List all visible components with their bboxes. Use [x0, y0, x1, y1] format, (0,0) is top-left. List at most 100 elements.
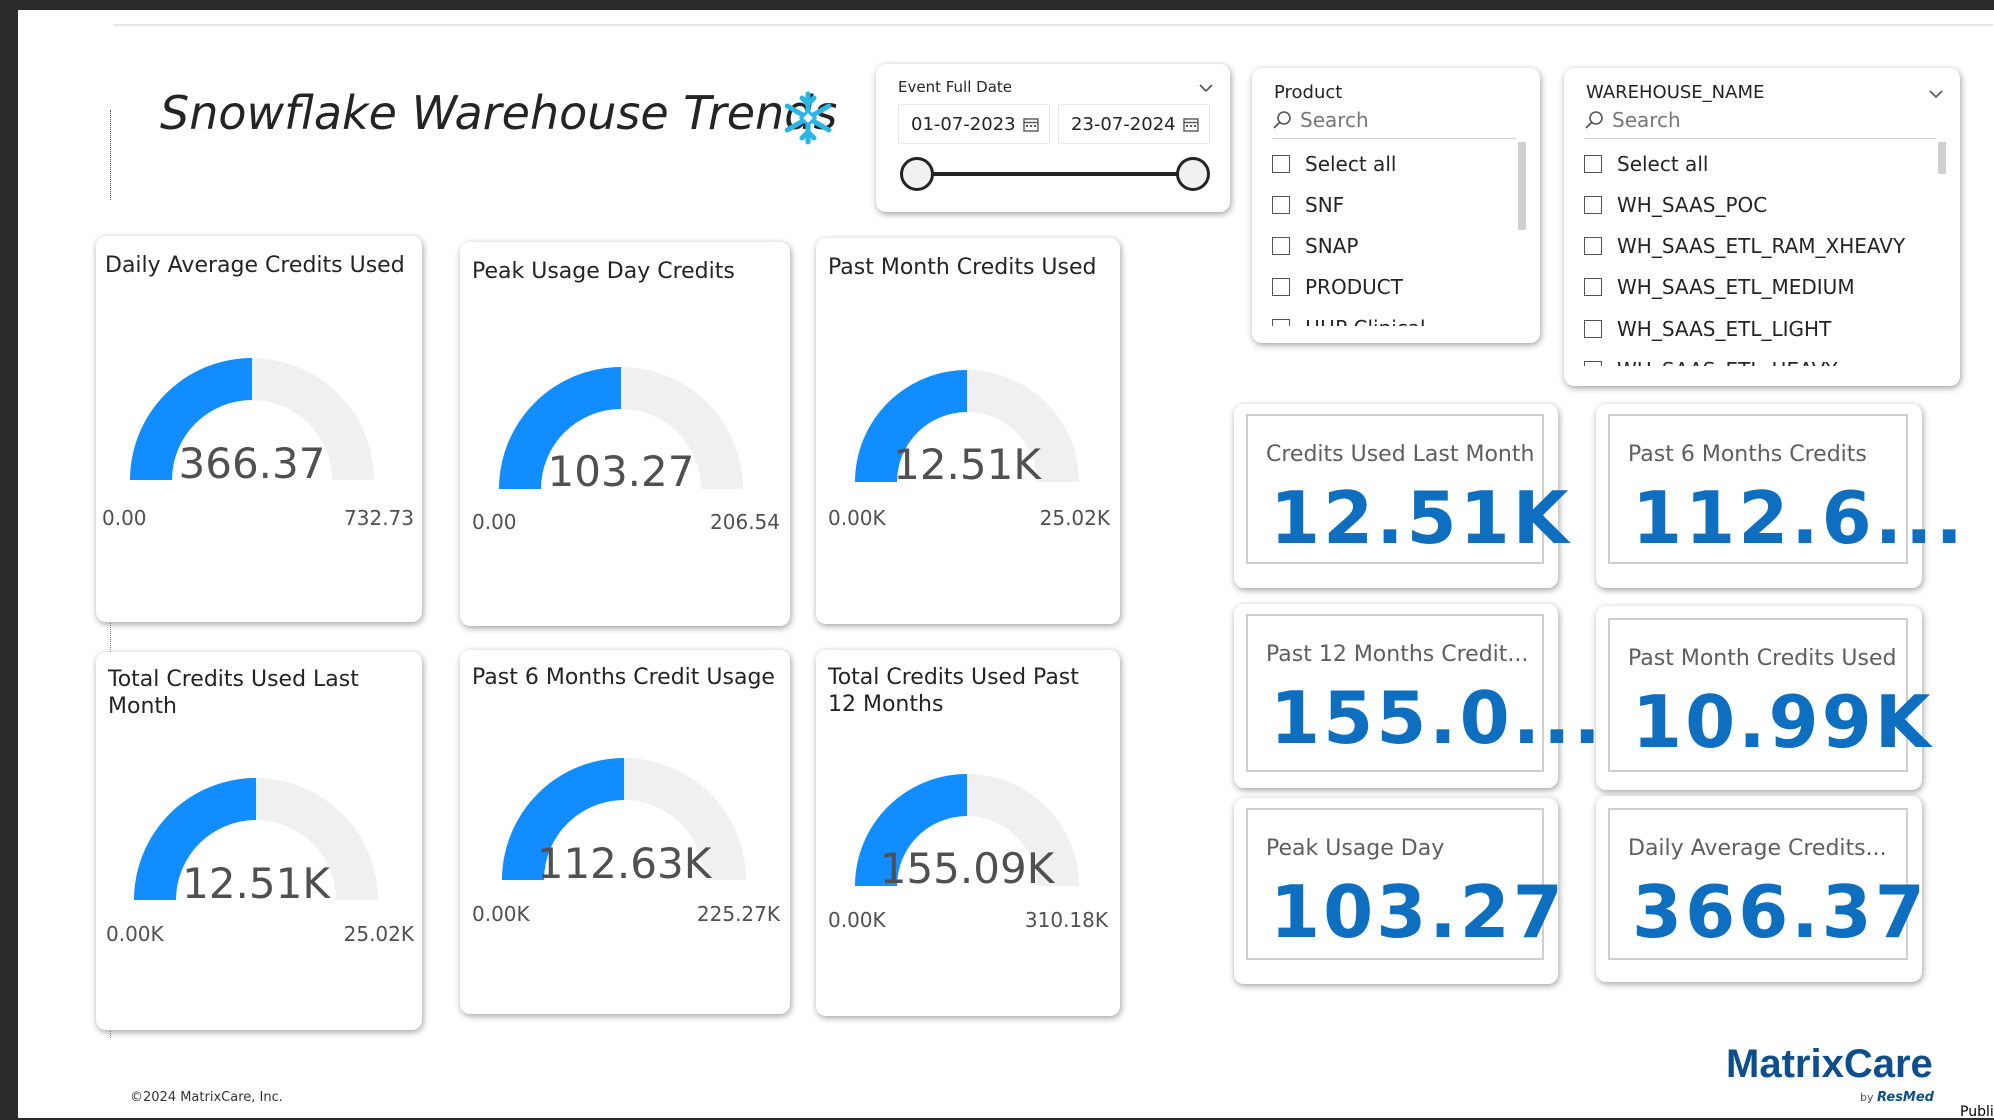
- logo-wordmark: MatrixCare: [1726, 1042, 1933, 1086]
- gauge-min-label: 0.00: [472, 510, 517, 534]
- warehouse-search-input[interactable]: Search: [1584, 108, 1681, 132]
- gauge-card[interactable]: Past Month Credits Used 12.51K 0.00K 25.…: [816, 238, 1120, 624]
- warehouse-option[interactable]: WH_SAAS_ETL_LIGHT: [1584, 317, 1831, 341]
- end-date-value: 23-07-2024: [1071, 114, 1176, 135]
- checkbox[interactable]: [1272, 237, 1290, 255]
- chevron-down-icon[interactable]: [1928, 88, 1944, 100]
- scrollbar-thumb[interactable]: [1518, 142, 1526, 230]
- gauge-min-label: 0.00K: [828, 908, 886, 932]
- kpi-frame: Past Month Credits Used 10.99K: [1608, 618, 1931, 772]
- checkbox[interactable]: [1584, 237, 1602, 255]
- kpi-card[interactable]: Past 12 Months Credit... 155.0...: [1234, 604, 1601, 788]
- kpi-card[interactable]: Peak Usage Day 103.27: [1234, 798, 1563, 984]
- calendar-icon[interactable]: [1023, 117, 1039, 132]
- kpi-card[interactable]: Credits Used Last Month 12.51K: [1234, 404, 1569, 588]
- gauge-max-label: 225.27K: [696, 902, 780, 926]
- warehouse-slicer[interactable]: WAREHOUSE_NAME Search Select all WH_SAAS…: [1564, 68, 1960, 386]
- chevron-down-icon[interactable]: [1198, 82, 1214, 94]
- kpi-card[interactable]: Past 6 Months Credits 112.6...: [1596, 404, 1963, 588]
- gauge-min-label: 0.00: [102, 506, 147, 530]
- start-date-value: 01-07-2023: [911, 114, 1016, 135]
- checkbox[interactable]: [1272, 319, 1290, 326]
- checkbox[interactable]: [1584, 196, 1602, 214]
- kpi-frame: Past 12 Months Credit... 155.0...: [1246, 614, 1601, 772]
- gauge-card[interactable]: Total Credits Used Past 12 Months 155.09…: [816, 650, 1120, 1016]
- gauge-card[interactable]: Past 6 Months Credit Usage 112.63K 0.00K…: [460, 650, 790, 1014]
- warehouse-option-select-all[interactable]: Select all: [1584, 152, 1708, 176]
- product-option[interactable]: SNF: [1272, 193, 1344, 217]
- selection-guide-line: [110, 110, 111, 200]
- gauge-chart: 12.51K: [134, 778, 378, 908]
- warehouse-option[interactable]: WH_SAAS_ETL_RAM_XHEAVY: [1584, 234, 1905, 258]
- search-underline: [1584, 138, 1936, 139]
- search-icon: [1273, 111, 1291, 129]
- logo-byline: by ResMed: [1860, 1090, 1934, 1105]
- product-search-placeholder: Search: [1300, 108, 1369, 132]
- kpi-card[interactable]: Past Month Credits Used 10.99K: [1596, 606, 1931, 790]
- kpi-value: 10.99K: [1632, 680, 1934, 764]
- kpi-card[interactable]: Daily Average Credits... 366.37: [1596, 796, 1925, 982]
- logo-by-text: by: [1860, 1091, 1874, 1104]
- gauge-card[interactable]: Daily Average Credits Used 366.37 0.00 7…: [96, 236, 422, 622]
- gauge-min-label: 0.00K: [828, 506, 886, 530]
- option-label: SNAP: [1305, 234, 1359, 258]
- gauge-max-label: 25.02K: [343, 922, 414, 946]
- end-date-input[interactable]: 23-07-2024: [1058, 104, 1210, 144]
- checkbox[interactable]: [1584, 320, 1602, 338]
- kpi-label: Past 12 Months Credit...: [1266, 642, 1529, 667]
- gauge-chart: 366.37: [130, 358, 374, 488]
- start-date-input[interactable]: 01-07-2023: [898, 104, 1050, 144]
- kpi-frame: Peak Usage Day 103.27: [1246, 808, 1563, 960]
- product-option[interactable]: PRODUCT: [1272, 275, 1403, 299]
- gauge-max-label: 732.73: [344, 506, 414, 530]
- checkbox[interactable]: [1272, 196, 1290, 214]
- gauge-card[interactable]: Total Credits Used Last Month 12.51K 0.0…: [96, 652, 422, 1030]
- gauge-value: 366.37: [179, 439, 326, 488]
- checkbox[interactable]: [1584, 278, 1602, 296]
- kpi-value: 103.27: [1270, 870, 1566, 954]
- kpi-value: 366.37: [1632, 870, 1928, 954]
- product-option-select-all[interactable]: Select all: [1272, 152, 1396, 176]
- product-slicer[interactable]: Product Search Select all SNF SNAP PRODU…: [1252, 68, 1540, 343]
- date-slider-track[interactable]: [916, 172, 1192, 176]
- gauge-max-label: 310.18K: [1024, 908, 1108, 932]
- matrixcare-logo: MatrixCare by ResMed: [1726, 1042, 1946, 1105]
- window-left-bar: [0, 0, 18, 1118]
- warehouse-option[interactable]: WH_SAAS_ETL_HEAVY: [1584, 358, 1837, 366]
- option-label: SNF: [1305, 193, 1345, 217]
- kpi-label: Past 6 Months Credits: [1628, 442, 1867, 467]
- checkbox[interactable]: [1584, 155, 1602, 173]
- scrollbar-thumb[interactable]: [1938, 142, 1946, 174]
- gauge-value: 112.63K: [537, 839, 713, 888]
- kpi-label: Peak Usage Day: [1266, 836, 1445, 861]
- search-underline: [1272, 138, 1516, 139]
- gauge-value: 12.51K: [893, 440, 1042, 489]
- date-slicer-title: Event Full Date: [898, 78, 1013, 96]
- gauge-value: 12.51K: [182, 859, 331, 908]
- gauge-min-label: 0.00K: [106, 922, 164, 946]
- logo-sub-brand: ResMed: [1877, 1090, 1934, 1105]
- gauge-card[interactable]: Peak Usage Day Credits 103.27 0.00 206.5…: [460, 242, 790, 626]
- date-range-slicer[interactable]: Event Full Date 01-07-2023 23-07-2024: [876, 64, 1230, 212]
- warehouse-search-placeholder: Search: [1612, 108, 1681, 132]
- checkbox[interactable]: [1584, 361, 1602, 366]
- product-option[interactable]: SNAP: [1272, 234, 1358, 258]
- option-label: HHP Clinical: [1305, 316, 1426, 326]
- warehouse-option[interactable]: WH_SAAS_ETL_MEDIUM: [1584, 275, 1855, 299]
- date-slider-start-handle[interactable]: [900, 157, 934, 191]
- gauge-value: 103.27: [548, 447, 695, 496]
- page-top-divider: [113, 24, 1993, 26]
- gauge-chart: 112.63K: [502, 758, 746, 888]
- gauge-max-label: 25.02K: [1039, 506, 1110, 530]
- calendar-icon[interactable]: [1183, 117, 1199, 132]
- product-option[interactable]: HHP Clinical: [1272, 316, 1426, 326]
- search-icon: [1585, 111, 1603, 129]
- kpi-label: Credits Used Last Month: [1266, 442, 1535, 467]
- date-slider-end-handle[interactable]: [1176, 157, 1210, 191]
- option-label: WH_SAAS_ETL_HEAVY: [1617, 358, 1837, 366]
- gauge-max-label: 206.54: [710, 510, 780, 534]
- product-search-input[interactable]: Search: [1272, 108, 1369, 132]
- warehouse-option[interactable]: WH_SAAS_POC: [1584, 193, 1767, 217]
- checkbox[interactable]: [1272, 155, 1290, 173]
- checkbox[interactable]: [1272, 278, 1290, 296]
